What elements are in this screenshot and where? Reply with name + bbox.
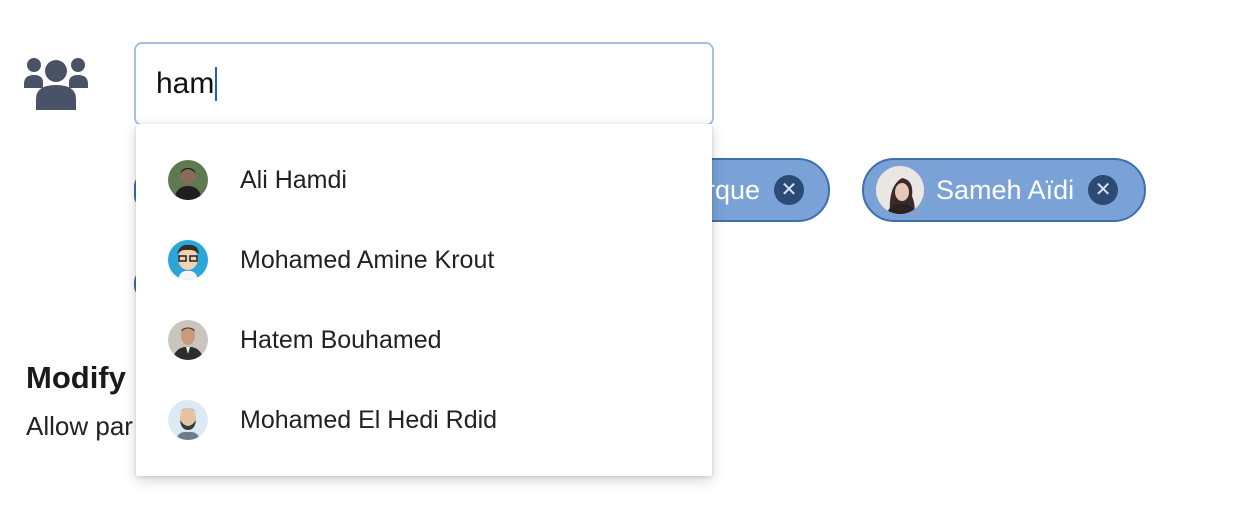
photo-avatar [168,160,208,200]
suggestion-name: Hatem Bouhamed [240,325,442,354]
selected-participant-chip[interactable]: Sameh Aïdi ✕ [862,158,1146,222]
suggestion-item[interactable]: Mohamed Amine Krout [136,220,712,300]
suggestion-item[interactable]: Mohamed El Hedi Rdid [136,380,712,460]
text-caret [215,67,218,101]
participant-search-input[interactable]: ham [134,42,714,126]
chip-remove-icon[interactable]: ✕ [774,175,805,205]
suggestion-name: Mohamed El Hedi Rdid [240,405,498,434]
search-query-text: ham [156,67,215,100]
chip-remove-icon[interactable]: ✕ [1088,175,1119,205]
suggestions-dropdown: Ali Hamdi Mohamed Amine Krout Hatem Bouh… [136,124,712,476]
photo-avatar [168,320,208,360]
suggestion-name: Mohamed Amine Krout [240,245,495,274]
chip-label: rque [706,174,761,205]
section-title: Modify [26,360,126,395]
suggestion-item[interactable]: Ali Hamdi [136,140,712,220]
cartoon-avatar [168,240,208,280]
cartoon-avatar [168,400,208,440]
suggestion-item[interactable]: Hatem Bouhamed [136,300,712,380]
chip-label: Sameh Aïdi [936,174,1075,205]
participants-editor: ham rque ✕ Sameh Aïdi ✕ Modify Allow par [0,0,1254,530]
people-group-icon [24,58,88,110]
section-description: Allow par [26,411,133,441]
suggestion-name: Ali Hamdi [240,165,347,194]
search-input-value[interactable]: ham [156,67,218,101]
person-avatar [876,166,924,214]
